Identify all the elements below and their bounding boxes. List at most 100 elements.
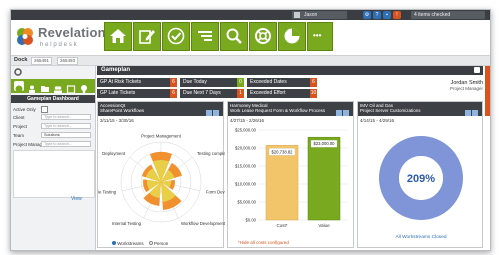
- left-sidebar: Gameplan Dashboard Active Only Client Ty…: [11, 66, 96, 250]
- people-tab-icon[interactable]: [27, 81, 37, 93]
- bar-tick-label: $0.00: [246, 218, 257, 223]
- panel-header: AccessionQt SharePoint Workflows: [98, 102, 223, 116]
- chart-icon[interactable]: [465, 110, 471, 116]
- legend-item[interactable]: Workstreams: [117, 241, 143, 246]
- bar: [307, 136, 341, 221]
- view-button[interactable]: View: [71, 196, 82, 202]
- bar-chart: $0.00 $5,000.00 $10,000.00 $15,000.00 $20,00…: [235, 128, 348, 228]
- logo[interactable]: Revelation helpdesk: [14, 22, 106, 54]
- filter-label: Active Only: [13, 107, 36, 112]
- gameplan-title: Gameplan: [101, 67, 131, 73]
- help-icon[interactable]: ?: [373, 11, 381, 19]
- radar-category-label: Internal Testing: [112, 221, 142, 226]
- kpi-label: Exceeded Effort: [250, 90, 286, 96]
- legend-dot-icon: [148, 241, 153, 245]
- project-manager-card: Jordan Smith Project Manager: [419, 80, 483, 100]
- gameplan-header: Gameplan: [97, 66, 483, 75]
- panel-header: Harmoney Medical Work Lease Request Form…: [228, 102, 353, 116]
- panel-subtitle: Work Lease Request Form & Workflow Proce…: [230, 108, 326, 113]
- kpi-label: Exceeded Dates: [250, 79, 287, 85]
- panel-accessionqt: AccessionQt SharePoint Workflows 3/11/15…: [97, 101, 225, 248]
- nav-search-button[interactable]: [220, 22, 248, 51]
- refresh-icon[interactable]: [474, 67, 480, 73]
- edit-icon: [139, 30, 155, 44]
- bar-tick-label: $20,000.00: [235, 146, 257, 151]
- expand-icon[interactable]: [213, 110, 219, 116]
- check-icon: [167, 27, 185, 45]
- right-drawer-tab[interactable]: [485, 66, 490, 116]
- logo-name: Revelation: [38, 25, 106, 40]
- kpi-due-next-7[interactable]: Due Next 7 Days 1: [180, 89, 244, 98]
- kpi-label: GP At Risk Tickets: [100, 79, 142, 85]
- expand-icon[interactable]: [472, 110, 478, 116]
- filter-active-only: Active Only: [13, 106, 93, 113]
- chart-icon[interactable]: [336, 110, 342, 116]
- folder-tab-icon[interactable]: [40, 81, 50, 92]
- panel-harmoney-medical: Harmoney Medical Work Lease Request Form…: [227, 101, 354, 248]
- legend-item[interactable]: Person: [154, 241, 168, 246]
- alert-icon[interactable]: !: [393, 11, 401, 19]
- bar-tick-label: $5,000.00: [237, 200, 256, 205]
- filter-label: Client: [13, 115, 25, 120]
- costs-footnote[interactable]: *Hide all costs configured: [238, 240, 289, 245]
- gear-icon[interactable]: [14, 68, 22, 76]
- breadcrumb-item[interactable]: 265491: [31, 57, 53, 65]
- team-tab-icon[interactable]: [53, 81, 63, 93]
- filter-client: Client Type to search...: [13, 114, 93, 121]
- kpi-value: 6: [170, 78, 177, 87]
- project-input[interactable]: Type to search...: [41, 123, 91, 129]
- user-menu[interactable]: Jason: [292, 11, 347, 19]
- dashboard-tab-icon[interactable]: [14, 81, 24, 93]
- kpi-due-today[interactable]: Due Today 0: [180, 78, 244, 87]
- nav-reports-button[interactable]: [278, 22, 306, 51]
- kpi-value: 6: [310, 78, 317, 87]
- list-icon: [198, 31, 212, 41]
- calendar-tab-icon[interactable]: [66, 81, 76, 94]
- kpi-exceeded-dates[interactable]: Exceeded Dates 6: [247, 78, 317, 87]
- radar-category-label: Form Dev: [206, 190, 225, 195]
- bar-tick-label: $15,000.00: [235, 164, 257, 169]
- panel-actions: [464, 103, 480, 116]
- settings-icon[interactable]: ⚙: [363, 11, 371, 19]
- bar: [265, 145, 299, 221]
- team-select[interactable]: Solutions: [41, 132, 91, 138]
- person-role: Project Manager: [449, 86, 483, 91]
- nav-list-button[interactable]: [191, 22, 219, 51]
- panel-dates: 3/11/15 - 3/30/16: [100, 118, 134, 123]
- items-checked-dropdown[interactable]: 4 items checked: [411, 11, 485, 19]
- filter-label: Team: [13, 133, 25, 138]
- bar-category-label: Cost*: [276, 223, 287, 228]
- logo-mark-icon: [17, 28, 33, 45]
- donut-caption: All Workstreams Closed: [395, 235, 447, 240]
- nav-home-button[interactable]: [104, 22, 132, 51]
- bar-tick-label: $25,000.00: [235, 128, 257, 133]
- nav-edit-button[interactable]: [133, 22, 161, 51]
- kpi-gp-at-risk[interactable]: GP At Risk Tickets 6: [97, 78, 177, 87]
- kpi-exceeded-effort[interactable]: Exceeded Effort 10: [247, 89, 317, 98]
- donut-chart: 209%: [379, 136, 463, 220]
- active-only-checkbox[interactable]: [41, 106, 48, 113]
- lightbulb-tab-icon[interactable]: [79, 81, 89, 93]
- nav-support-button[interactable]: [249, 22, 277, 51]
- expand-icon[interactable]: [343, 110, 349, 116]
- home-icon: [110, 29, 126, 43]
- kpi-value: 0: [237, 78, 244, 87]
- breadcrumb-item[interactable]: 265493: [57, 57, 79, 65]
- project-managers-input[interactable]: Type to search...: [41, 141, 91, 147]
- radar-category-label: Workflow Development: [181, 221, 225, 226]
- kpi-label: Due Today: [183, 79, 207, 85]
- logo-subtitle: helpdesk: [40, 42, 79, 48]
- filter-project: Project Type to search...: [13, 123, 93, 130]
- panel-dates: 4/27/15 - 2/26/16: [230, 118, 265, 123]
- top-bar: Jason ⚙ ? ▪ ! 4 items checked: [11, 10, 490, 20]
- client-input[interactable]: Type to search...: [41, 114, 91, 120]
- nav-more-button[interactable]: •••: [307, 22, 333, 51]
- nav-check-button[interactable]: [162, 22, 190, 51]
- cart-icon[interactable]: ▪: [383, 11, 391, 19]
- breadcrumb: Dock 265491 265493: [11, 55, 490, 66]
- kpi-gp-late[interactable]: GP Late Tickets 6: [97, 89, 177, 98]
- panel-dates: 4/14/15 - 4/29/16: [360, 118, 395, 123]
- chart-icon[interactable]: [206, 110, 212, 116]
- donut-center-value: 209%: [407, 173, 435, 185]
- radar-category-label: ie Testing: [98, 190, 117, 195]
